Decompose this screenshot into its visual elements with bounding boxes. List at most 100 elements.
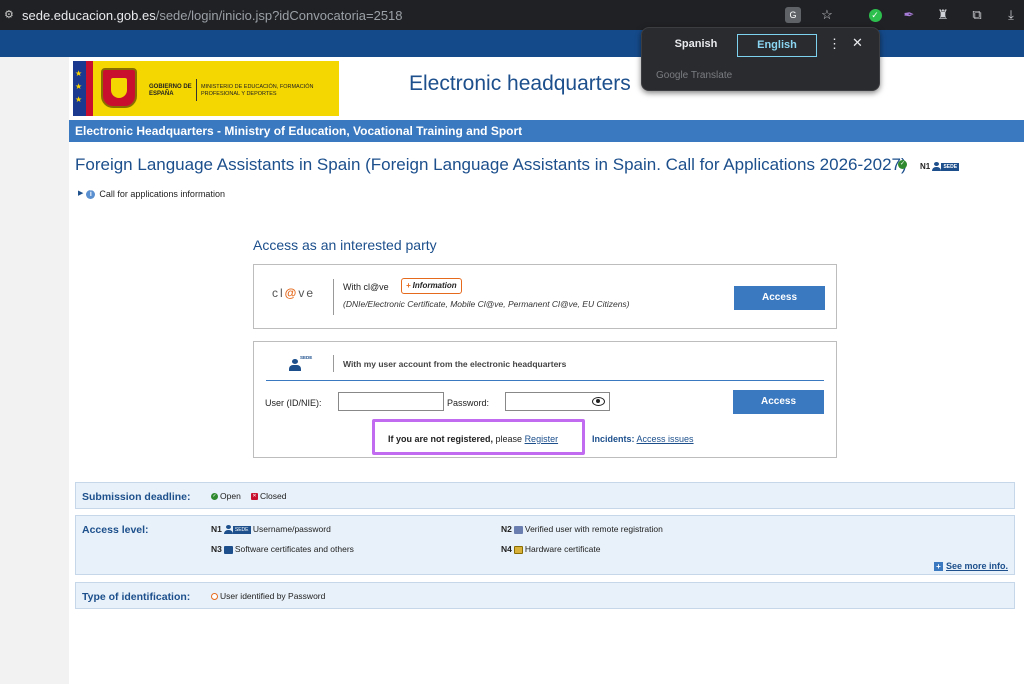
info-icon: i — [86, 190, 96, 200]
sede-icon-label: SEDE — [300, 355, 313, 360]
clave-with-label: With cl@ve — [343, 282, 389, 292]
user-access-button[interactable]: Access — [733, 390, 824, 414]
ministry-logo[interactable]: ★ ★ ★ GOBIERNO DE ESPAÑA MINISTERIO DE EDU… — [73, 61, 339, 116]
register-prompt: If you are not registered, please Regist… — [388, 434, 558, 444]
url-path: /sede/login/inicio.jsp?idConvocatoria=25… — [155, 8, 403, 23]
password-label: Password: — [447, 398, 490, 408]
download-icon[interactable]: ⤓ — [1000, 4, 1022, 26]
extension-chess-icon[interactable]: ♜ — [932, 4, 954, 26]
access-section-title: Access as an interested party — [253, 237, 437, 253]
site-settings-icon[interactable]: ⚙ — [4, 8, 18, 22]
expand-triangle-icon: ▶ — [78, 190, 84, 197]
call-info-label: Call for applications information — [99, 189, 225, 199]
clave-info-label: Information — [412, 281, 457, 290]
coat-of-arms-icon — [101, 68, 137, 108]
software-certificate-icon — [223, 545, 233, 554]
level-n1-text: Username/password — [252, 524, 331, 534]
show-password-eye-icon[interactable] — [592, 397, 605, 406]
password-id-icon — [211, 593, 218, 601]
register-link[interactable]: Register — [525, 434, 559, 444]
breadcrumb: Electronic Headquarters - Ministry of Ed… — [69, 120, 1024, 142]
section-underline — [266, 380, 824, 381]
logo-gobierno-text: GOBIERNO DE ESPAÑA — [149, 84, 192, 97]
access-level-label: Access level: — [82, 524, 149, 536]
open-status-icon: ✓ — [898, 160, 907, 169]
url-host: sede.educacion.gob.es — [22, 8, 156, 23]
identification-value: User identified by Password — [211, 591, 325, 601]
user-id-input[interactable] — [338, 392, 444, 411]
see-more-label: See more info. — [945, 561, 1008, 571]
translate-footer: Google Translate — [656, 70, 733, 81]
user-icon — [223, 525, 233, 535]
clave-access-button[interactable]: Access — [734, 286, 825, 310]
call-info-toggle[interactable]: ▶ i Call for applications information — [78, 189, 225, 200]
level-n3-text: Software certificates and others — [234, 544, 354, 554]
clave-logo-pre: cl — [272, 286, 285, 300]
not-registered-text: If you are not registered, — [388, 434, 494, 444]
logo-ministerio-text: MINISTERIO DE EDUCACIÓN, FORMACIÓN PROFE… — [201, 84, 314, 97]
plus-icon: + — [406, 281, 411, 290]
level-n4-text: Hardware certificate — [524, 544, 601, 554]
translate-popup: Spanish English ⋮ ✕ Google Translate — [641, 27, 880, 91]
see-more-info-link[interactable]: + See more info. — [933, 561, 1008, 572]
clave-logo-post: ve — [298, 286, 316, 300]
clave-logo: cl@ve — [272, 286, 315, 300]
user-account-box: SEDE With my user account from the elect… — [253, 341, 837, 458]
verified-user-icon — [513, 525, 523, 534]
level-n1-code: N1 — [211, 524, 222, 534]
identification-type-label: Type of identification: — [82, 591, 191, 603]
translate-icon[interactable]: G — [782, 4, 804, 26]
user-icon — [932, 162, 942, 172]
page-title: Foreign Language Assistants in Spain (Fo… — [75, 155, 907, 174]
sede-user-icon: SEDE — [289, 355, 313, 371]
user-label: User (ID/NIE): — [265, 398, 322, 408]
closed-legend: ✕ Closed — [251, 491, 286, 501]
level-label: N1 — [920, 162, 931, 171]
clave-access-box: cl@ve With cl@ve + Information (DNIe/Elec… — [253, 264, 837, 329]
clave-description: (DNIe/Electronic Certificate, Mobile Cl@… — [343, 299, 630, 309]
closed-icon: ✕ — [251, 493, 258, 501]
incidents-label: Incidents: — [592, 434, 635, 444]
submission-deadline-label: Submission deadline: — [82, 491, 191, 503]
please-text: please — [493, 434, 525, 444]
level-n2-code: N2 — [501, 524, 512, 534]
clave-divider — [333, 279, 334, 315]
access-issues-link[interactable]: Access issues — [637, 434, 694, 444]
browser-toolbar: G ☆ ✓ ✒ ♜ ⧉ ⤓ — [770, 4, 1024, 26]
eu-flag-icon: ★ ★ ★ — [73, 61, 93, 116]
translate-source-tab[interactable]: Spanish — [660, 34, 732, 57]
closed-label: Closed — [260, 491, 287, 501]
level-n4: N4 Hardware certificate — [501, 544, 600, 554]
extension-check-icon[interactable]: ✓ — [864, 4, 886, 26]
level-n4-code: N4 — [501, 544, 512, 554]
level-n3-code: N3 — [211, 544, 222, 554]
hardware-certificate-icon — [513, 545, 523, 554]
sede-badge: SEDE — [232, 525, 251, 534]
logo-divider — [196, 79, 197, 101]
level-n2: N2 Verified user with remote registration — [501, 524, 663, 534]
level-n3: N3 Software certificates and others — [211, 544, 354, 554]
level-n1: N1 SEDE Username/password — [211, 524, 331, 535]
submission-deadline-panel: Submission deadline: ✓ Open ✕ Closed — [75, 482, 1015, 509]
close-icon[interactable]: ✕ — [852, 35, 863, 51]
level-n2-text: Verified user with remote registration — [524, 524, 663, 534]
open-icon: ✓ — [211, 493, 218, 501]
bookmark-star-icon[interactable]: ☆ — [816, 4, 838, 26]
identification-type-panel: Type of identification: User identified … — [75, 582, 1015, 609]
open-legend: ✓ Open — [211, 491, 241, 501]
access-level-panel: Access level: N1 SEDE Username/password N… — [75, 515, 1015, 575]
browser-address-bar: ⚙ sede.educacion.gob.es/sede/login/inici… — [0, 0, 1024, 30]
extensions-puzzle-icon[interactable]: ⧉ — [966, 4, 988, 26]
sede-badge: SEDE — [941, 162, 960, 171]
clave-information-button[interactable]: + Information — [401, 278, 462, 294]
incidents-row: Incidents: Access issues — [592, 434, 694, 444]
url-field[interactable]: sede.educacion.gob.es/sede/login/inicio.… — [22, 8, 403, 23]
open-label: Open — [220, 491, 241, 501]
plus-icon: + — [933, 562, 943, 572]
user-account-title: With my user account from the electronic… — [343, 359, 567, 369]
more-options-icon[interactable]: ⋮ — [828, 36, 841, 52]
translate-target-tab[interactable]: English — [737, 34, 817, 57]
clave-logo-at: @ — [284, 286, 299, 300]
extension-feather-icon[interactable]: ✒ — [898, 4, 920, 26]
page-content: ★ ★ ★ GOBIERNO DE ESPAÑA MINISTERIO DE EDU… — [69, 57, 1024, 684]
